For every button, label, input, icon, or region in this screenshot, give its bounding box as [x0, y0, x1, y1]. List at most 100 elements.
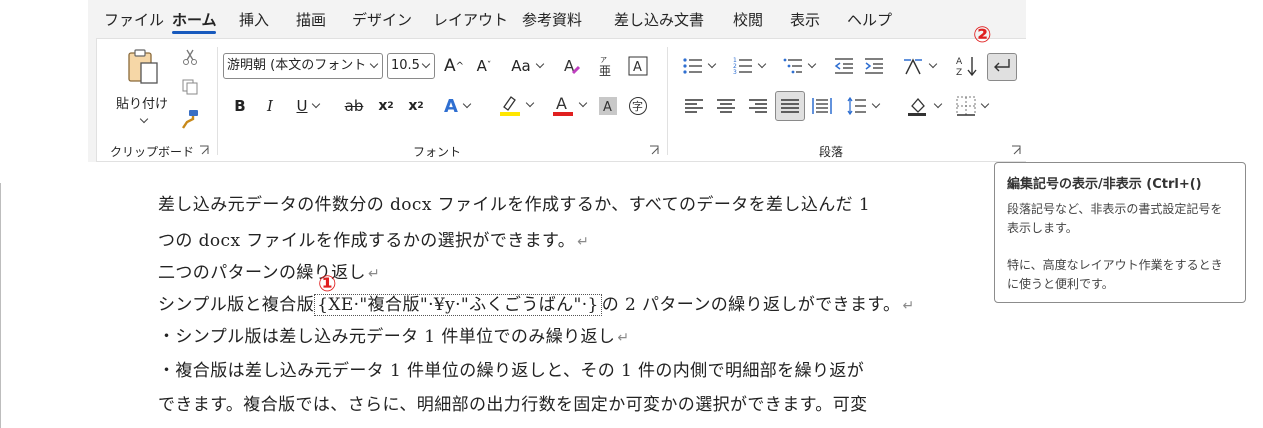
character-shading-icon[interactable]: A [595, 93, 621, 119]
tab-file[interactable]: ファイル [104, 9, 164, 30]
svg-text:ア: ア [600, 56, 607, 64]
text-effects-icon[interactable]: A [437, 93, 477, 119]
line-text: できます。複合版では、さらに、明細部の出力行数を固定か可変かの選択ができます。可… [158, 395, 868, 415]
document-line[interactable]: できます。複合版では、さらに、明細部の出力行数を固定か可変かの選択ができます。可… [158, 390, 868, 415]
tab-mailings[interactable]: 差し込み文書 [614, 9, 704, 30]
line-text: シンプル版と複合版 [158, 295, 315, 315]
increase-indent-icon[interactable] [861, 53, 887, 79]
tab-references[interactable]: 参考資料 [522, 9, 582, 30]
show-hide-formatting-marks-icon[interactable] [987, 53, 1017, 81]
phonetic-guide-icon[interactable]: ア亜 [593, 53, 619, 79]
change-case-button[interactable]: Aa [507, 53, 547, 79]
font-color-icon[interactable]: A [547, 91, 591, 119]
clipboard-group-label: クリップボード [110, 145, 195, 159]
index-entry-field[interactable]: {XE·"複合版"·¥y·"ふくごうばん"·} [314, 294, 602, 316]
tooltip-description-extra: 特に、高度なレイアウト作業をするときに使うと便利です。 [1007, 258, 1223, 291]
decrease-indent-icon[interactable] [831, 53, 857, 79]
show-hide-tooltip: 編集記号の表示/非表示 (Ctrl+() 段落記号など、非表示の書式設定記号を表… [994, 162, 1246, 303]
group-divider [217, 47, 218, 155]
tab-review[interactable]: 校閲 [733, 9, 763, 30]
shrink-font-icon[interactable]: Aˇ [471, 53, 497, 79]
svg-text:A: A [956, 57, 963, 67]
document-page-edge [0, 183, 1, 428]
tab-draw[interactable]: 描画 [296, 9, 326, 30]
bold-icon[interactable]: B [227, 93, 253, 119]
document-line[interactable]: つの docx ファイルを作成するかの選択ができます。 ↵ [158, 226, 589, 251]
multilevel-list-icon[interactable] [777, 53, 821, 79]
cut-icon[interactable] [177, 45, 203, 69]
align-left-icon[interactable] [681, 93, 707, 119]
underline-icon[interactable]: U [287, 93, 329, 119]
copy-icon[interactable] [177, 75, 203, 99]
annotation-marker-two: ② [973, 23, 992, 48]
svg-text:3: 3 [733, 69, 737, 75]
paragraph-mark-icon: ↵ [617, 330, 630, 346]
paragraph-launcher-icon[interactable] [1011, 145, 1021, 155]
document-line[interactable]: ・複合版は差し込み元データ 1 件単位の繰り返しと、その 1 件の内側で明細部を… [158, 356, 864, 381]
paragraph-mark-icon: ↵ [577, 234, 590, 250]
document-line[interactable]: ・シンプル版は差し込み元データ 1 件単位でのみ繰り返し ↵ [158, 322, 629, 347]
align-right-icon[interactable] [745, 93, 771, 119]
field-code-text: XE·"複合版"·¥y·"ふくごうばん"· [328, 295, 588, 315]
svg-text:A: A [633, 60, 642, 75]
borders-icon[interactable] [949, 93, 995, 119]
tooltip-title: 編集記号の表示/非表示 (Ctrl+() [1007, 177, 1202, 192]
strikethrough-icon[interactable]: ab [341, 93, 367, 119]
font-name-combo[interactable]: 游明朝 (本文のフォント [223, 53, 383, 79]
grow-font-icon[interactable]: A ^ [441, 53, 467, 79]
bullets-icon[interactable] [677, 53, 721, 79]
font-size-combo[interactable]: 10.5 [387, 53, 435, 79]
shading-icon[interactable] [901, 93, 947, 119]
line-text: つの docx ファイルを作成するかの選択ができます。 [158, 231, 576, 251]
document-line[interactable]: シンプル版と複合版 {XE·"複合版"·¥y·"ふくごうばん"·} の 2 パターン… [158, 290, 915, 316]
sort-icon[interactable]: AZ [953, 53, 981, 79]
distributed-icon[interactable] [809, 93, 835, 119]
document-line[interactable]: 二つのパターンの繰り返し ↵ [158, 258, 380, 283]
active-tab-indicator [172, 31, 216, 34]
clear-formatting-icon[interactable]: A [559, 53, 585, 79]
tab-layout[interactable]: レイアウト [433, 9, 508, 30]
line-text: の 2 パターンの繰り返しができます。 [601, 295, 901, 315]
svg-text:亜: 亜 [599, 64, 611, 77]
line-spacing-icon[interactable] [841, 93, 885, 119]
tab-design[interactable]: デザイン [352, 9, 412, 30]
paragraph-mark-icon: ↵ [367, 266, 381, 282]
asian-layout-icon[interactable] [897, 53, 941, 79]
svg-text:Z: Z [956, 68, 962, 77]
justify-icon[interactable] [775, 91, 805, 121]
group-divider [667, 47, 668, 155]
line-text: ・複合版は差し込み元データ 1 件単位の繰り返しと、その 1 件の内側で明細部を… [158, 361, 865, 381]
tab-insert[interactable]: 挿入 [239, 9, 269, 30]
font-group-label: フォント [413, 145, 462, 159]
enclose-characters-icon[interactable]: 字 [625, 93, 651, 119]
character-border-icon[interactable]: A [625, 53, 651, 79]
subscript-icon[interactable]: x2 [373, 93, 399, 119]
svg-text:字: 字 [632, 99, 643, 113]
paste-dropdown-chevron[interactable] [135, 107, 147, 126]
ribbon-panel: 貼り付け クリップボード 游明朝 (本文のフォント 10.5 A ^ Aˇ Aa … [96, 23, 1026, 162]
clipboard-launcher-icon[interactable] [199, 145, 209, 155]
svg-text:A: A [556, 94, 567, 113]
paragraph-group-label: 段落 [819, 145, 844, 159]
document-line[interactable]: 差し込み元データの件数分の docx ファイルを作成するか、すべてのデータを差し… [158, 190, 870, 215]
line-text: 差し込み元データの件数分の docx ファイルを作成するか、すべてのデータを差し… [158, 195, 871, 215]
italic-icon[interactable]: I [257, 93, 283, 119]
font-name-value: 游明朝 (本文のフォント [227, 58, 367, 73]
tab-help[interactable]: ヘルプ [847, 9, 892, 30]
tab-home[interactable]: ホーム [172, 9, 217, 30]
superscript-icon[interactable]: x2 [403, 93, 429, 119]
numbering-icon[interactable]: 123 [727, 53, 771, 79]
ribbon: ファイル ホーム 挿入 描画 デザイン レイアウト 参考資料 差し込み文書 校閲… [88, 0, 1026, 162]
tab-view[interactable]: 表示 [790, 9, 820, 30]
format-painter-icon[interactable] [177, 107, 203, 131]
highlight-color-icon[interactable] [493, 91, 539, 119]
font-size-value: 10.5 [391, 58, 420, 73]
ribbon-tabs: ファイル ホーム 挿入 描画 デザイン レイアウト 参考資料 差し込み文書 校閲… [88, 0, 1026, 38]
align-center-icon[interactable] [713, 93, 739, 119]
font-launcher-icon[interactable] [649, 145, 659, 155]
tooltip-description: 段落記号など、非表示の書式設定記号を表示します。 [1007, 202, 1223, 235]
line-text: ・シンプル版は差し込み元データ 1 件単位でのみ繰り返し [158, 327, 616, 347]
paste-icon[interactable] [121, 47, 165, 87]
svg-text:A: A [603, 100, 612, 115]
paragraph-mark-icon: ↵ [902, 298, 915, 314]
